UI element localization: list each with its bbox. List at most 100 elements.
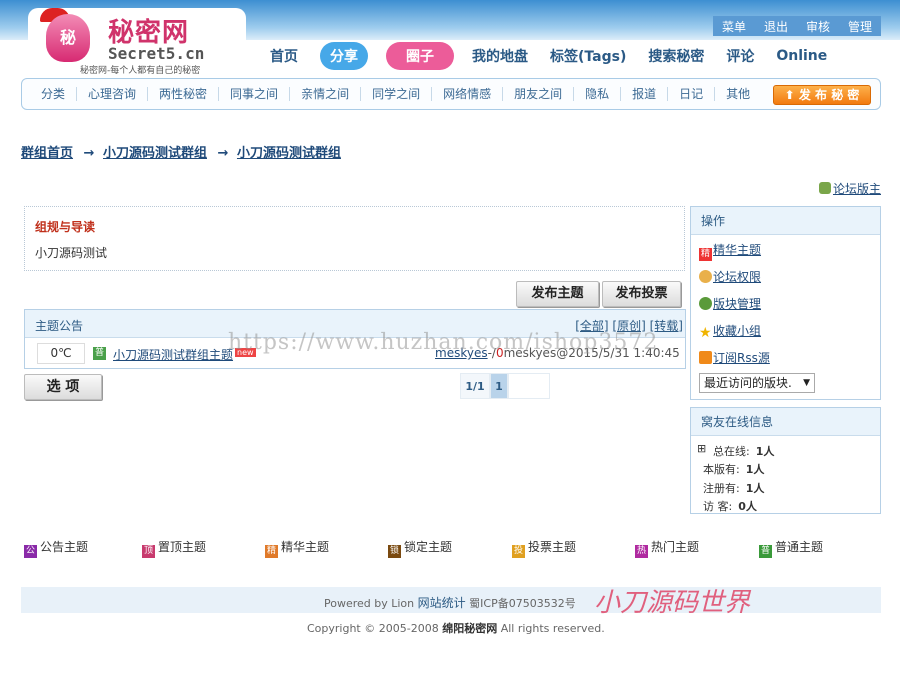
breadcrumb-group[interactable]: 小刀源码测试群组: [103, 146, 207, 161]
copyright: Copyright © 2005-2008 绵阳秘密网 All rights r…: [307, 620, 605, 636]
online-registered-value: 1人: [745, 482, 765, 495]
new-poll-button[interactable]: 发布投票: [602, 281, 681, 307]
nav-search[interactable]: 搜索秘密: [648, 46, 704, 66]
logo-domain: Secret5.cn: [108, 44, 205, 63]
online-guests-label: 访 客:: [703, 500, 733, 513]
rss-icon: [699, 351, 712, 364]
normal-topic-icon: 普: [93, 347, 106, 360]
powered-by: Powered by Lion 网站统计 蜀ICP备07503532号: [324, 594, 576, 611]
op-label: 订阅Rss源: [713, 351, 770, 365]
nav-my-space[interactable]: 我的地盘: [472, 46, 528, 66]
category-item[interactable]: 同学之间: [361, 87, 433, 101]
online-total: 总在线: 1人: [713, 443, 774, 459]
page-summary: 1/1: [460, 373, 490, 399]
pagination: 1/1 1: [460, 373, 550, 399]
online-registered: 注册有: 1人: [703, 480, 764, 496]
nav-online[interactable]: Online: [776, 48, 827, 64]
site-logo[interactable]: 秘 秘密网 Secret5.cn 秘密网-每个人都有自己的秘密: [28, 8, 246, 76]
category-item[interactable]: 其他: [715, 87, 761, 101]
op-rss-subscribe[interactable]: 订阅Rss源: [699, 349, 770, 366]
online-info-panel: 窝友在线信息 ⊞ 总在线: 1人 本版有: 1人 注册有: 1人 访 客: 0人: [690, 407, 881, 514]
breadcrumb-group-home[interactable]: 群组首页: [21, 146, 73, 161]
legend-label: 精华主题: [281, 540, 330, 554]
online-guests-value: 0人: [738, 500, 757, 513]
category-item[interactable]: 朋友之间: [503, 87, 575, 101]
op-label: 收藏小组: [713, 324, 762, 338]
breadcrumb-current[interactable]: 小刀源码测试群组: [237, 146, 341, 161]
logo-badge: 秘: [46, 14, 90, 62]
company-name[interactable]: 绵阳秘密网: [442, 622, 497, 635]
post-secret-button[interactable]: ⬆ 发 布 秘 密: [773, 85, 871, 105]
hot-topic-icon: 热: [635, 545, 648, 558]
nav-comments[interactable]: 评论: [726, 46, 754, 66]
breadcrumb-separator: →: [217, 146, 229, 161]
nav-home[interactable]: 首页: [270, 46, 298, 66]
logout-link[interactable]: 退出: [764, 18, 788, 35]
star-icon: ★: [699, 325, 712, 341]
category-item[interactable]: 同事之间: [219, 87, 291, 101]
moderator-label: 论坛版主: [832, 182, 881, 196]
site-stats-link[interactable]: 网站统计: [418, 596, 466, 610]
moderator-link[interactable]: 论坛版主: [818, 180, 881, 197]
nav-circles[interactable]: 圈子: [386, 42, 454, 70]
announcement-title: 主题公告: [35, 319, 84, 333]
legend-label: 置顶主题: [158, 540, 207, 554]
signature-text: 小刀源码世界: [594, 588, 751, 618]
group-rules-box: 组规与导读 小刀源码测试: [24, 206, 685, 271]
copyright-prefix: Copyright © 2005-2008: [307, 622, 439, 635]
locked-topic-icon: 锁: [388, 545, 401, 558]
post-secret-label: 发 布 秘 密: [798, 88, 860, 102]
category-item[interactable]: 心理咨询: [77, 87, 149, 101]
legend-featured: 精精华主题: [265, 538, 329, 558]
legend-pinned: 顶置顶主题: [142, 538, 206, 558]
legend-announcement: 公公告主题: [24, 538, 88, 558]
op-featured-topics[interactable]: 精精华主题: [699, 241, 761, 261]
online-here-value: 1人: [745, 463, 765, 476]
page-jump-input[interactable]: [508, 373, 550, 399]
category-item[interactable]: 分类: [30, 87, 78, 101]
topic-subject-link[interactable]: 小刀源码测试群组主题: [113, 346, 233, 363]
admin-link[interactable]: 管理: [848, 18, 872, 35]
expand-icon[interactable]: ⊞: [697, 442, 706, 455]
users-icon: [818, 182, 831, 194]
recent-boards-select[interactable]: 最近访问的版块. ▼: [699, 373, 815, 393]
rules-title: 组规与导读: [35, 220, 96, 234]
op-label: 精华主题: [713, 243, 762, 257]
featured-icon: 精: [699, 248, 712, 261]
category-item[interactable]: 网络情感: [432, 87, 504, 101]
icp-number[interactable]: 蜀ICP备07503532号: [469, 597, 576, 610]
legend-label: 锁定主题: [404, 540, 453, 554]
category-item[interactable]: 日记: [668, 87, 716, 101]
options-button[interactable]: 选 项: [24, 374, 102, 400]
legend-hot: 热热门主题: [635, 538, 699, 558]
op-board-management[interactable]: 版块管理: [699, 295, 761, 312]
category-item[interactable]: 亲情之间: [290, 87, 362, 101]
featured-topic-icon: 精: [265, 545, 278, 558]
legend-label: 普通主题: [775, 540, 824, 554]
op-label: 论坛权限: [713, 270, 762, 284]
nav-share[interactable]: 分享: [320, 42, 368, 70]
online-here: 本版有: 1人: [703, 461, 764, 477]
operations-title: 操作: [691, 207, 880, 235]
op-forum-permissions[interactable]: 论坛权限: [699, 268, 761, 285]
legend-locked: 锁锁定主题: [388, 538, 452, 558]
online-here-label: 本版有:: [703, 463, 740, 476]
chevron-down-icon: ▼: [803, 378, 810, 388]
menu-link[interactable]: 菜单: [722, 18, 746, 35]
legend-label: 公告主题: [40, 540, 89, 554]
category-item[interactable]: 隐私: [574, 87, 622, 101]
category-item[interactable]: 报道: [621, 87, 669, 101]
page-current[interactable]: 1: [490, 373, 508, 399]
review-link[interactable]: 审核: [806, 18, 830, 35]
poll-topic-icon: 投: [512, 545, 525, 558]
nav-tags[interactable]: 标签(Tags): [550, 46, 626, 66]
new-topic-button[interactable]: 发布主题: [516, 281, 599, 307]
op-favorite-group[interactable]: ★收藏小组: [699, 322, 761, 340]
main-nav: 首页 分享 圈子 我的地盘 标签(Tags) 搜索秘密 评论 Online: [270, 40, 849, 72]
online-registered-label: 注册有:: [703, 482, 740, 495]
user-key-icon: [699, 270, 712, 283]
category-item[interactable]: 两性秘密: [148, 87, 220, 101]
category-bar: 分类 心理咨询 两性秘密 同事之间 亲情之间 同学之间 网络情感 朋友之间 隐私…: [21, 78, 881, 110]
online-guests: 访 客: 0人: [703, 498, 757, 514]
copyright-suffix: All rights reserved.: [500, 622, 605, 635]
